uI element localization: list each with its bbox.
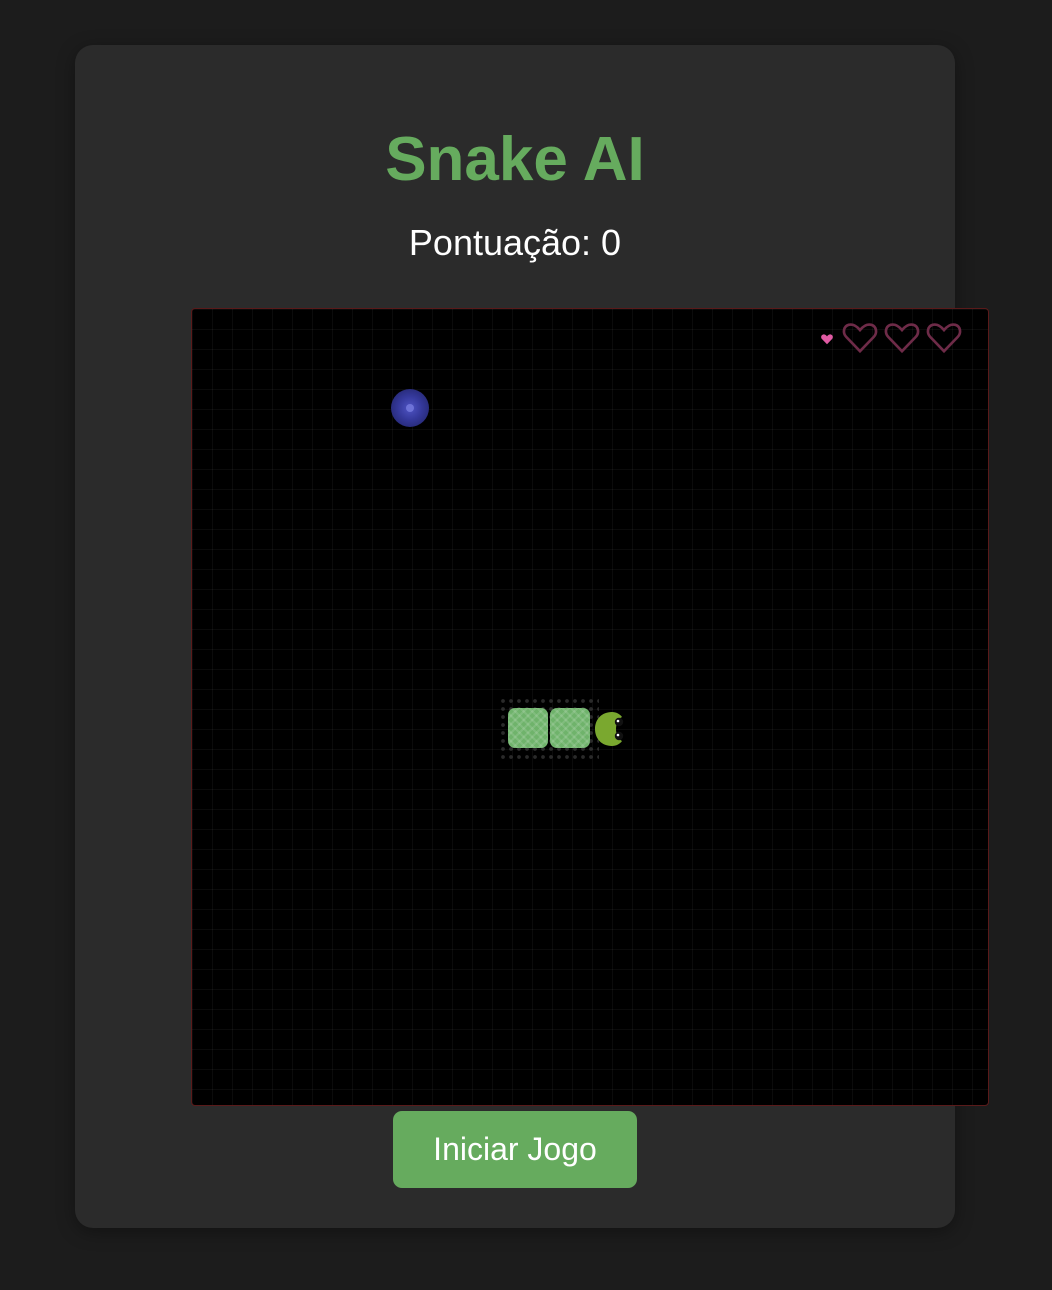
heart-outline-icon xyxy=(926,323,962,354)
snake-head xyxy=(595,712,624,746)
food-orb-core xyxy=(406,404,414,412)
game-title: Snake AI xyxy=(385,125,645,194)
start-game-button[interactable]: Iniciar Jogo xyxy=(393,1111,637,1188)
snake-body-segment xyxy=(550,708,590,748)
heart-outline-icon xyxy=(884,323,920,354)
heart-icon xyxy=(821,334,833,345)
heart-outline-icon xyxy=(842,323,878,354)
lives-indicator xyxy=(820,317,964,357)
score-display: Pontuação: 0 xyxy=(408,222,622,263)
game-board[interactable] xyxy=(191,308,989,1106)
game-card: Snake AI Pontuação: 0 Iniciar Jogo xyxy=(75,45,989,1228)
snake-body-segment xyxy=(508,708,548,748)
food-orb xyxy=(391,389,429,427)
